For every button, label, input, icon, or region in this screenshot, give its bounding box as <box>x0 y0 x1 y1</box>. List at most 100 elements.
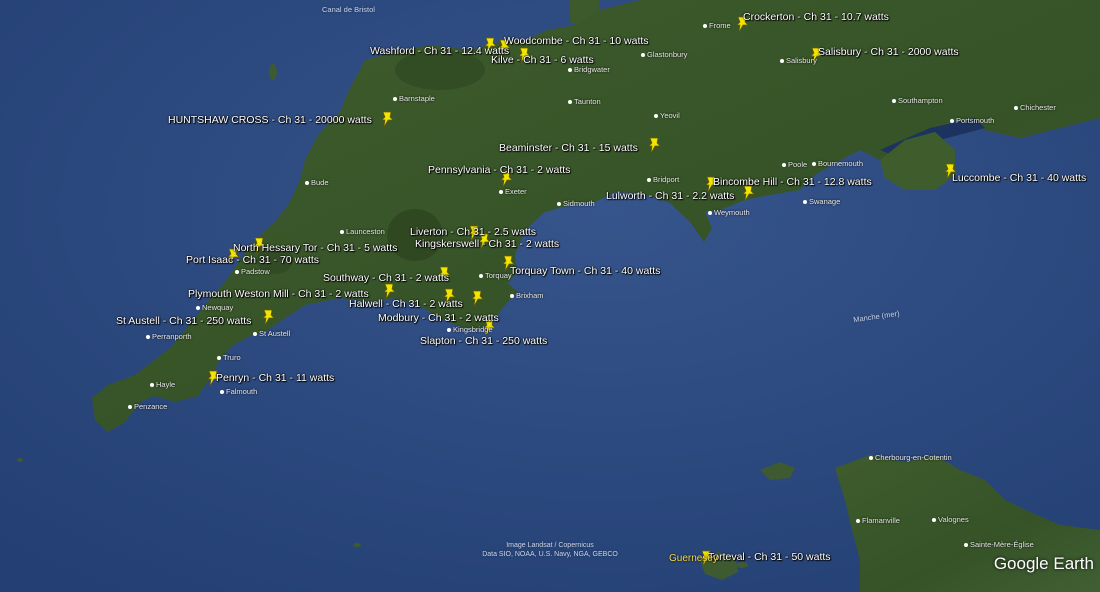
transmitter-label[interactable]: Torteval - Ch 31 - 50 watts <box>708 551 831 563</box>
transmitter-label[interactable]: Liverton - Ch 31 - 2.5 watts <box>410 226 536 238</box>
transmitter-label[interactable]: Torquay Town - Ch 31 - 40 watts <box>510 265 660 277</box>
transmitter-label[interactable]: Woodcombe - Ch 31 - 10 watts <box>504 35 649 47</box>
town-dot-icon <box>568 68 572 73</box>
transmitter-label[interactable]: North Hessary Tor - Ch 31 - 5 watts <box>233 242 397 254</box>
satellite-map[interactable]: Crockerton - Ch 31 - 10.7 watts Woodcombe… <box>0 0 1100 592</box>
town-dot-icon <box>393 97 397 102</box>
town-dot-icon <box>869 456 873 461</box>
transmitter-label[interactable]: Penryn - Ch 31 - 11 watts <box>216 372 334 384</box>
town-dot-icon <box>557 202 561 207</box>
town-label: St Austell <box>253 329 290 338</box>
town-label: Flamanville <box>856 516 900 525</box>
transmitter-label[interactable]: Lulworth - Ch 31 - 2.2 watts <box>606 190 734 202</box>
transmitter-label[interactable]: Southway - Ch 31 - 2 watts <box>323 272 449 284</box>
google-earth-logo: Google Earth <box>993 554 1094 573</box>
town-label: Barnstaple <box>393 94 435 103</box>
town-label: Newquay <box>196 303 233 312</box>
town-label: Taunton <box>568 97 601 106</box>
town-dot-icon <box>340 230 344 235</box>
transmitter-label[interactable]: Modbury - Ch 31 - 2 watts <box>378 312 499 324</box>
transmitter-label[interactable]: Luccombe - Ch 31 - 40 watts <box>952 172 1086 184</box>
town-dot-icon <box>510 294 514 299</box>
town-label: Cherbourg-en-Cotentin <box>869 453 952 462</box>
imagery-credits: Image Landsat / Copernicus Data SIO, NOA… <box>470 541 630 559</box>
town-dot-icon <box>964 543 968 548</box>
town-label: Frome <box>703 21 731 30</box>
town-dot-icon <box>641 53 645 58</box>
town-dot-icon <box>253 332 257 337</box>
town-label: Launceston <box>340 227 385 236</box>
pushpin-icon[interactable] <box>381 110 395 128</box>
town-label: Brixham <box>510 291 544 300</box>
town-label: Falmouth <box>220 387 257 396</box>
town-label: Bournemouth <box>812 159 863 168</box>
town-dot-icon <box>654 114 658 119</box>
pushpin-icon[interactable] <box>262 308 276 326</box>
town-dot-icon <box>146 335 150 340</box>
transmitter-label[interactable]: Crockerton - Ch 31 - 10.7 watts <box>743 11 889 23</box>
town-label: Valognes <box>932 515 969 524</box>
town-dot-icon <box>708 211 712 216</box>
transmitter-label[interactable]: Bincombe Hill - Ch 31 - 12.8 watts <box>713 176 872 188</box>
transmitter-label[interactable]: Beaminster - Ch 31 - 15 watts <box>499 142 638 154</box>
transmitter-label[interactable]: HUNTSHAW CROSS - Ch 31 - 20000 watts <box>168 114 372 126</box>
pushpin-icon[interactable] <box>648 136 662 154</box>
town-label: Bude <box>305 178 329 187</box>
town-label: Yeovil <box>654 111 680 120</box>
town-label: Swanage <box>803 197 840 206</box>
transmitter-label[interactable]: Plymouth Weston Mill - Ch 31 - 2 watts <box>188 288 369 300</box>
town-dot-icon <box>782 163 786 168</box>
town-dot-icon <box>568 100 572 105</box>
town-dot-icon <box>217 356 221 361</box>
credit-line: Data SIO, NOAA, U.S. Navy, NGA, GEBCO <box>482 551 618 558</box>
town-dot-icon <box>703 24 707 29</box>
transmitter-label[interactable]: St Austell - Ch 31 - 250 watts <box>116 315 251 327</box>
town-dot-icon <box>856 519 860 524</box>
town-dot-icon <box>932 518 936 523</box>
town-label: Chichester <box>1014 103 1056 112</box>
town-label: Exeter <box>499 187 527 196</box>
town-label: Glastonbury <box>641 50 687 59</box>
town-label: Sidmouth <box>557 199 595 208</box>
town-dot-icon <box>196 306 200 311</box>
town-label: Torquay <box>479 271 512 280</box>
town-label: Portsmouth <box>950 116 994 125</box>
town-dot-icon <box>150 383 154 388</box>
town-label: Weymouth <box>708 208 750 217</box>
town-label: Hayle <box>150 380 175 389</box>
town-label: Bridgwater <box>568 65 610 74</box>
town-dot-icon <box>499 190 503 195</box>
town-label: Truro <box>217 353 241 362</box>
island-label-guernsey: Guernesey <box>669 553 718 564</box>
map-terrain <box>0 0 1100 592</box>
town-label: Sainte-Mère-Église <box>964 540 1034 549</box>
town-label: Penzance <box>128 402 167 411</box>
town-dot-icon <box>220 390 224 395</box>
transmitter-label[interactable]: Washford - Ch 31 - 12.4 watts <box>370 45 509 57</box>
transmitter-label[interactable]: Pennsylvania - Ch 31 - 2 watts <box>428 164 570 176</box>
town-dot-icon <box>128 405 132 410</box>
town-dot-icon <box>950 119 954 124</box>
town-label: Poole <box>782 160 807 169</box>
town-dot-icon <box>892 99 896 104</box>
town-dot-icon <box>803 200 807 205</box>
town-dot-icon <box>479 274 483 279</box>
town-dot-icon <box>235 270 239 275</box>
town-label: Bridport <box>647 175 679 184</box>
town-dot-icon <box>447 328 451 333</box>
credit-line: Image Landsat / Copernicus <box>506 542 594 549</box>
transmitter-label[interactable]: Port Isaac - Ch 31 - 70 watts <box>186 254 319 266</box>
transmitter-label[interactable]: Salisbury - Ch 31 - 2000 watts <box>818 46 959 58</box>
town-label: Southampton <box>892 96 943 105</box>
transmitter-label[interactable]: Halwell - Ch 31 - 2 watts <box>349 298 463 310</box>
transmitter-label[interactable]: Kingskerswell - Ch 31 - 2 watts <box>415 238 559 250</box>
pushpin-icon[interactable] <box>471 289 485 307</box>
town-label: Perranporth <box>146 332 192 341</box>
town-label: Kingsbridge <box>447 325 493 334</box>
transmitter-label[interactable]: Slapton - Ch 31 - 250 watts <box>420 335 547 347</box>
town-dot-icon <box>780 59 784 64</box>
town-dot-icon <box>812 162 816 167</box>
sea-label-bristol-channel: Canal de Bristol <box>322 5 375 14</box>
town-dot-icon <box>305 181 309 186</box>
town-dot-icon <box>1014 106 1018 111</box>
